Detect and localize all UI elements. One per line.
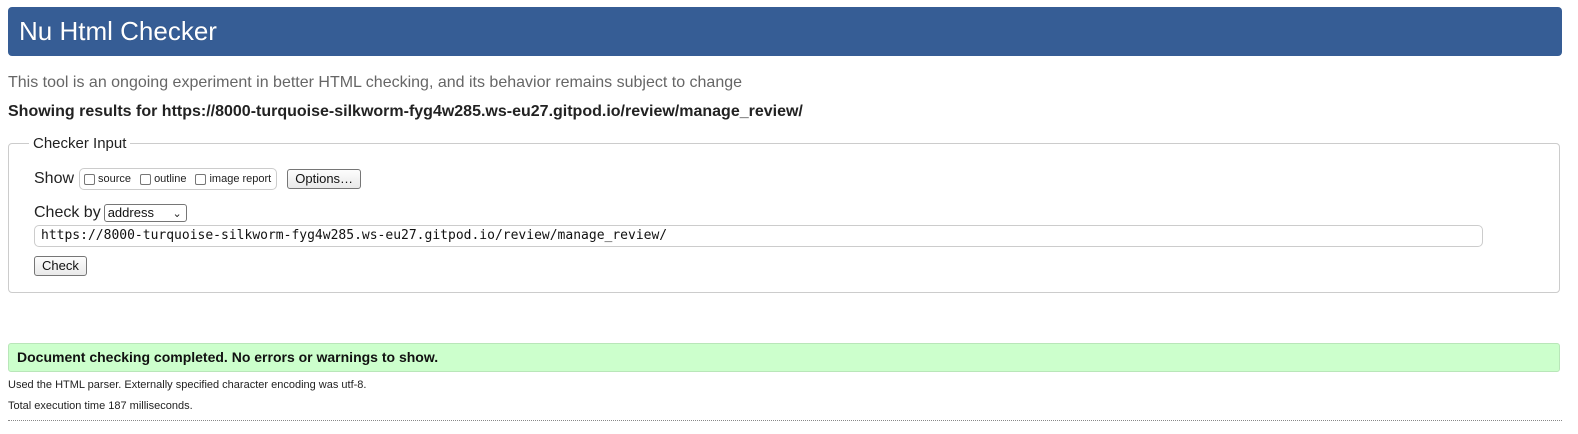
show-source-option[interactable]: source	[84, 173, 131, 185]
check-by-row: Check by address ⌄	[34, 203, 187, 223]
source-checkbox-label: source	[98, 173, 132, 185]
image-report-checkbox[interactable]	[195, 173, 207, 185]
showing-results-heading: Showing results for https://8000-turquoi…	[8, 103, 803, 120]
outline-checkbox-label: outline	[154, 173, 187, 185]
checker-input-fieldset: Checker Input Show source outline image …	[8, 135, 1560, 293]
show-label: Show	[34, 170, 75, 187]
check-by-select[interactable]: address ⌄	[103, 204, 187, 222]
source-checkbox[interactable]	[84, 173, 96, 185]
checker-input-legend: Checker Input	[29, 135, 131, 152]
image-report-checkbox-label: image report	[209, 173, 272, 185]
tool-description: This tool is an ongoing experiment in be…	[8, 74, 743, 91]
execution-time: Total execution time 187 milliseconds.	[8, 400, 193, 412]
show-outline-option[interactable]: outline	[140, 173, 186, 185]
options-button[interactable]: Options…	[287, 169, 362, 189]
show-options-row: Show source outline image report Options…	[34, 168, 362, 190]
check-button[interactable]: Check	[34, 256, 87, 276]
show-options-group: source outline image report	[79, 168, 278, 190]
page: Nu Html Checker This tool is an ongoing …	[0, 0, 1578, 434]
page-header: Nu Html Checker	[8, 7, 1562, 56]
url-input[interactable]: https://8000-turquoise-silkworm-fyg4w285…	[34, 225, 1483, 247]
parser-info: Used the HTML parser. Externally specifi…	[8, 379, 367, 391]
show-image-report-option[interactable]: image report	[195, 173, 271, 185]
check-by-selected-value: address	[107, 205, 154, 220]
page-title: Nu Html Checker	[19, 16, 217, 46]
outline-checkbox[interactable]	[140, 173, 152, 185]
divider	[8, 420, 1562, 421]
check-by-label: Check by	[34, 204, 101, 221]
chevron-down-icon: ⌄	[172, 208, 182, 220]
success-message: Document checking completed. No errors o…	[8, 343, 1560, 372]
